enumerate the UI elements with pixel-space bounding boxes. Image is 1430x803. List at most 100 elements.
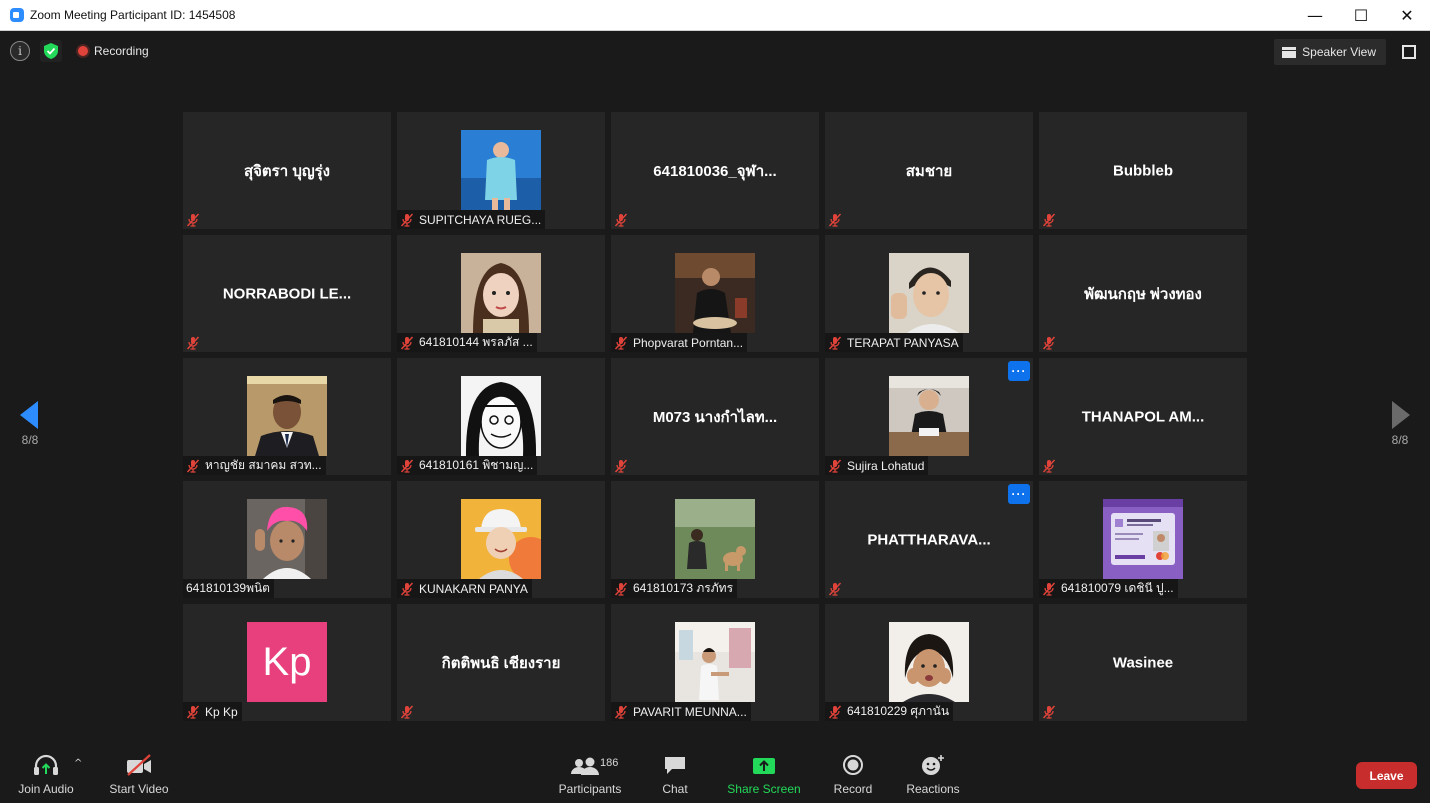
muted-microphone-icon bbox=[1042, 704, 1056, 719]
participant-gallery: สุจิตรา บุญรุ่ง SUPITCHAYA RUEG... 6418100… bbox=[183, 112, 1247, 721]
participant-tile[interactable]: สุจิตรา บุญรุ่ง bbox=[183, 112, 391, 229]
participant-tile[interactable]: NORRABODI LE... bbox=[183, 235, 391, 352]
participant-name: Wasinee bbox=[1112, 654, 1174, 671]
participant-tile[interactable]: PHATTHARAVA... ··· bbox=[825, 481, 1033, 598]
participant-label-bar: 641810173 ภรภัทร bbox=[611, 579, 738, 598]
start-video-label: Start Video bbox=[109, 782, 169, 796]
muted-microphone-icon bbox=[400, 335, 414, 350]
participant-label: PAVARIT MEUNNA... bbox=[633, 704, 747, 719]
participant-tile[interactable]: 641810229 ศุภานัน bbox=[825, 604, 1033, 721]
participant-tile[interactable]: 641810036_จุฬา... bbox=[611, 112, 819, 229]
page-indicator-right: 8/8 bbox=[1391, 433, 1409, 447]
participant-name: PHATTHARAVA... bbox=[867, 531, 991, 548]
join-audio-button[interactable]: Join Audio bbox=[14, 742, 78, 803]
speaker-view-icon bbox=[1282, 46, 1297, 58]
participant-photo bbox=[247, 376, 327, 456]
fullscreen-icon[interactable] bbox=[1402, 45, 1416, 59]
participant-label-bar bbox=[183, 333, 209, 352]
window-title: Zoom Meeting Participant ID: 1454508 bbox=[30, 8, 236, 22]
title-bar: Zoom Meeting Participant ID: 1454508 — ☐… bbox=[0, 0, 1430, 31]
participant-tile[interactable]: 641810173 ภรภัทร bbox=[611, 481, 819, 598]
close-button[interactable]: ✕ bbox=[1384, 0, 1430, 30]
participant-tile[interactable]: THANAPOL AM... bbox=[1039, 358, 1247, 475]
leave-button[interactable]: Leave bbox=[1356, 762, 1417, 789]
start-video-button[interactable]: Start Video bbox=[106, 742, 172, 803]
participant-label: SUPITCHAYA RUEG... bbox=[419, 212, 542, 227]
participant-photo bbox=[461, 253, 541, 333]
participant-tile[interactable]: KUNAKARN PANYA bbox=[397, 481, 605, 598]
zoom-app-icon bbox=[10, 8, 24, 22]
record-button[interactable]: Record bbox=[832, 742, 874, 803]
muted-microphone-icon bbox=[614, 335, 628, 350]
muted-microphone-icon bbox=[400, 704, 414, 719]
participant-tile[interactable]: Phopvarat Porntan... bbox=[611, 235, 819, 352]
participant-photo bbox=[675, 253, 755, 333]
participant-tile[interactable]: พัฒนกฤษ พ่วงทอง bbox=[1039, 235, 1247, 352]
next-page-button[interactable]: 8/8 bbox=[1370, 375, 1430, 465]
participant-label: 641810139พนิต bbox=[186, 581, 270, 595]
recording-dot-icon bbox=[78, 46, 88, 56]
muted-microphone-icon bbox=[828, 335, 842, 350]
share-screen-button[interactable]: Share Screen bbox=[727, 742, 801, 803]
participant-label: KUNAKARN PANYA bbox=[419, 581, 528, 596]
participant-more-button[interactable]: ··· bbox=[1008, 361, 1030, 381]
participant-more-button[interactable]: ··· bbox=[1008, 484, 1030, 504]
participant-photo bbox=[675, 499, 755, 579]
meeting-toolbar: Join Audio ^ Start Video 186 Participant… bbox=[0, 742, 1430, 803]
participant-tile[interactable]: 641810079 เดชินี ปู... bbox=[1039, 481, 1247, 598]
participant-label-bar bbox=[1039, 702, 1065, 721]
participant-tile[interactable]: หาญชัย สมาคม สวท... bbox=[183, 358, 391, 475]
participant-tile[interactable]: 641810161 พิชามญ... bbox=[397, 358, 605, 475]
participant-tile[interactable]: กิตติพนธิ เชียงราย bbox=[397, 604, 605, 721]
participant-label-bar: 641810139พนิต bbox=[183, 579, 274, 598]
participant-label: หาญชัย สมาคม สวท... bbox=[205, 458, 322, 472]
participant-label-bar bbox=[1039, 456, 1065, 475]
shield-icon[interactable] bbox=[40, 40, 62, 62]
participant-tile[interactable]: SUPITCHAYA RUEG... bbox=[397, 112, 605, 229]
participant-label: TERAPAT PANYASA bbox=[847, 335, 959, 350]
participant-tile[interactable]: สมชาย bbox=[825, 112, 1033, 229]
minimize-button[interactable]: — bbox=[1292, 0, 1338, 30]
participant-label: 641810173 ภรภัทร bbox=[633, 581, 734, 595]
info-icon[interactable]: i bbox=[10, 41, 30, 61]
chat-button[interactable]: Chat bbox=[656, 742, 694, 803]
previous-page-button[interactable]: 8/8 bbox=[0, 375, 60, 465]
page-indicator-left: 8/8 bbox=[21, 433, 39, 447]
speaker-view-button[interactable]: Speaker View bbox=[1274, 39, 1386, 65]
participant-name: พัฒนกฤษ พ่วงทอง bbox=[1084, 285, 1202, 303]
participant-tile[interactable]: Bubbleb bbox=[1039, 112, 1247, 229]
participant-tile[interactable]: 641810144 พรลภัส ... bbox=[397, 235, 605, 352]
participant-photo bbox=[675, 622, 755, 702]
participant-name: สมชาย bbox=[905, 162, 953, 180]
participant-label: 641810229 ศุภานัน bbox=[847, 704, 950, 718]
participant-name: 641810036_จุฬา... bbox=[653, 162, 777, 180]
participant-tile[interactable]: Kp Kp Kp bbox=[183, 604, 391, 721]
participant-name: สุจิตรา บุญรุ่ง bbox=[243, 162, 330, 180]
participant-photo bbox=[889, 622, 969, 702]
participant-name: THANAPOL AM... bbox=[1081, 408, 1205, 425]
muted-microphone-icon bbox=[828, 212, 842, 227]
audio-options-caret[interactable]: ^ bbox=[74, 758, 82, 769]
participant-label-bar bbox=[825, 579, 851, 598]
muted-microphone-icon bbox=[1042, 335, 1056, 350]
participant-label: Sujira Lohatud bbox=[847, 458, 925, 473]
participant-label: 641810079 เดชินี ปู... bbox=[1061, 581, 1174, 595]
participant-tile[interactable]: Wasinee bbox=[1039, 604, 1247, 721]
participant-tile[interactable]: 641810139พนิต bbox=[183, 481, 391, 598]
muted-microphone-icon bbox=[828, 581, 842, 596]
participant-photo bbox=[247, 499, 327, 579]
reactions-icon bbox=[920, 742, 946, 776]
participant-label-bar: Phopvarat Porntan... bbox=[611, 333, 748, 352]
participant-tile[interactable]: TERAPAT PANYASA bbox=[825, 235, 1033, 352]
participant-tile[interactable]: PAVARIT MEUNNA... bbox=[611, 604, 819, 721]
maximize-button[interactable]: ☐ bbox=[1338, 0, 1384, 30]
participants-button[interactable]: 186 Participants bbox=[557, 742, 623, 803]
muted-microphone-icon bbox=[1042, 581, 1056, 596]
participant-tile[interactable]: M073 นางกำไลท... bbox=[611, 358, 819, 475]
join-audio-label: Join Audio bbox=[18, 782, 74, 796]
muted-microphone-icon bbox=[614, 704, 628, 719]
participant-label-bar bbox=[611, 456, 637, 475]
muted-microphone-icon bbox=[614, 581, 628, 596]
reactions-button[interactable]: Reactions bbox=[905, 742, 961, 803]
participant-tile[interactable]: Sujira Lohatud ··· bbox=[825, 358, 1033, 475]
